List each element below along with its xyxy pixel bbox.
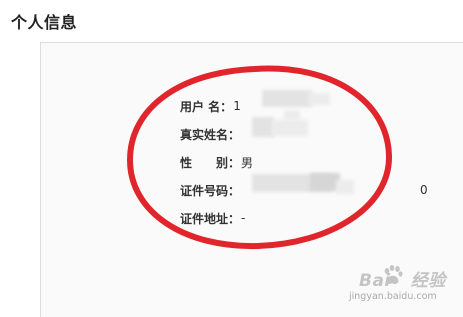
- watermark-site: jingyan.baidu.com: [349, 291, 437, 302]
- field-username-value: 1: [233, 99, 241, 113]
- field-real-name-label: 真实姓名：: [180, 127, 241, 142]
- watermark-brand-right: 经验: [410, 271, 446, 291]
- section-title: 个人信息: [11, 13, 78, 32]
- baidu-jingyan-watermark: Bai 经验 jingyan.baidu.com: [345, 262, 455, 310]
- page: 个人信息 用户 名： 1 真实姓名： 性 别： 男 证件号码： 0 证件地址： …: [0, 0, 463, 317]
- profile-info-list: 用户 名： 1 真实姓名： 性 别： 男 证件号码： 0 证件地址： -: [180, 92, 428, 232]
- field-id-address: 证件地址： -: [180, 204, 428, 232]
- field-username-label: 用户 名：: [180, 99, 233, 114]
- real-name-redaction: [252, 117, 274, 137]
- field-gender-label: 性 别：: [180, 155, 241, 170]
- field-gender-value: 男: [241, 155, 254, 170]
- paw-icon: [384, 265, 403, 284]
- field-id-address-value: -: [241, 211, 246, 225]
- field-gender: 性 别： 男: [180, 148, 428, 176]
- field-id-address-label: 证件地址：: [180, 211, 241, 226]
- field-id-number-label: 证件号码：: [180, 183, 241, 198]
- username-redaction: [262, 90, 312, 107]
- real-name-redaction-right: [272, 120, 308, 136]
- id-number-redaction-tail: [336, 180, 354, 194]
- username-redaction-tail: [308, 93, 330, 105]
- field-id-number-value: 0: [420, 183, 428, 197]
- real-name-redaction-upper: [284, 110, 300, 120]
